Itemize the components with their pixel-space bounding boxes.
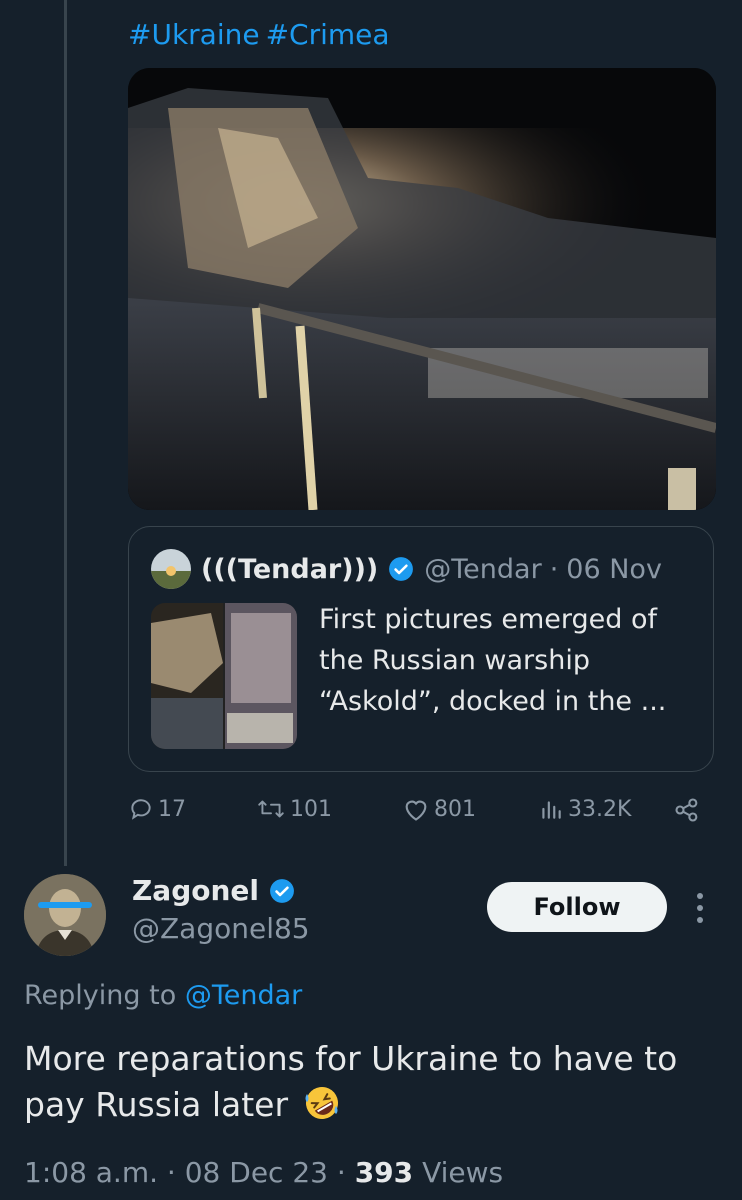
- reply-action[interactable]: 17: [128, 796, 186, 822]
- reply-tweet-text: More reparations for Ukraine to have to …: [24, 1039, 678, 1124]
- tweet-action-bar: 17 101 801 33.2K: [128, 796, 714, 836]
- follow-button[interactable]: Follow: [487, 882, 667, 932]
- quoted-user-name[interactable]: (((Tendar))): [201, 554, 378, 585]
- tweet-view-count: 393: [354, 1156, 414, 1189]
- verified-badge-icon: [269, 878, 295, 904]
- thread-connector-line: [64, 0, 67, 866]
- views-action[interactable]: 33.2K: [538, 796, 631, 822]
- verified-badge-icon: [388, 556, 414, 582]
- views-count: 33.2K: [568, 796, 632, 822]
- analytics-icon: [542, 801, 561, 819]
- tweet-hashtags: #Ukraine #Crimea: [128, 18, 396, 51]
- separator-dot: ·: [549, 553, 559, 585]
- like-action[interactable]: 801: [402, 796, 476, 822]
- tweet-photo-warship-damage[interactable]: [128, 68, 716, 510]
- heart-icon: [405, 800, 427, 821]
- quoted-tweet-header: (((Tendar))) @Tendar · 06 Nov: [151, 549, 662, 589]
- like-count: 801: [434, 796, 476, 822]
- quoted-user-handle[interactable]: @Tendar: [424, 554, 541, 585]
- warship-damage-image: [128, 68, 716, 510]
- separator-dot: ·: [166, 1156, 176, 1189]
- share-icon: [675, 798, 698, 822]
- user-handle[interactable]: @Zagonel85: [132, 912, 310, 945]
- user-display-name[interactable]: Zagonel: [132, 874, 259, 907]
- replying-to-handle[interactable]: @Tendar: [185, 980, 302, 1011]
- retweet-action[interactable]: 101: [256, 796, 332, 822]
- replying-to: Replying to @Tendar: [24, 980, 302, 1011]
- user-name-row: Zagonel: [132, 874, 305, 907]
- quoted-tweet-thumbnail[interactable]: [151, 603, 297, 749]
- retweet-icon: [258, 800, 284, 818]
- user-avatar[interactable]: [24, 874, 106, 956]
- hashtag-link[interactable]: #Ukraine: [128, 18, 260, 51]
- quoted-tweet[interactable]: (((Tendar))) @Tendar · 06 Nov First pict…: [128, 526, 714, 772]
- rolling-on-floor-laughing-emoji-icon: [303, 1084, 341, 1122]
- tweet-views-label: Views: [422, 1156, 504, 1189]
- reply-tweet-body: More reparations for Ukraine to have to …: [24, 1036, 724, 1128]
- tweet-meta: 1:08 a.m. · 08 Dec 23 · 393 Views: [24, 1156, 503, 1189]
- replying-to-label: Replying to: [24, 980, 177, 1011]
- tweet-time[interactable]: 1:08 a.m.: [24, 1156, 158, 1189]
- retweet-count: 101: [290, 796, 332, 822]
- more-options-icon[interactable]: [690, 890, 710, 926]
- reply-count: 17: [158, 796, 186, 822]
- quoted-tweet-text: First pictures emerged of the Russian wa…: [319, 604, 667, 717]
- reply-icon: [131, 799, 151, 820]
- quoted-user-avatar[interactable]: [151, 549, 191, 589]
- tweet-date[interactable]: 08 Dec 23: [185, 1156, 328, 1189]
- quoted-tweet-date[interactable]: 06 Nov: [566, 554, 662, 585]
- separator-dot: ·: [336, 1156, 346, 1189]
- share-action[interactable]: [672, 796, 706, 824]
- hashtag-link[interactable]: #Crimea: [266, 18, 390, 51]
